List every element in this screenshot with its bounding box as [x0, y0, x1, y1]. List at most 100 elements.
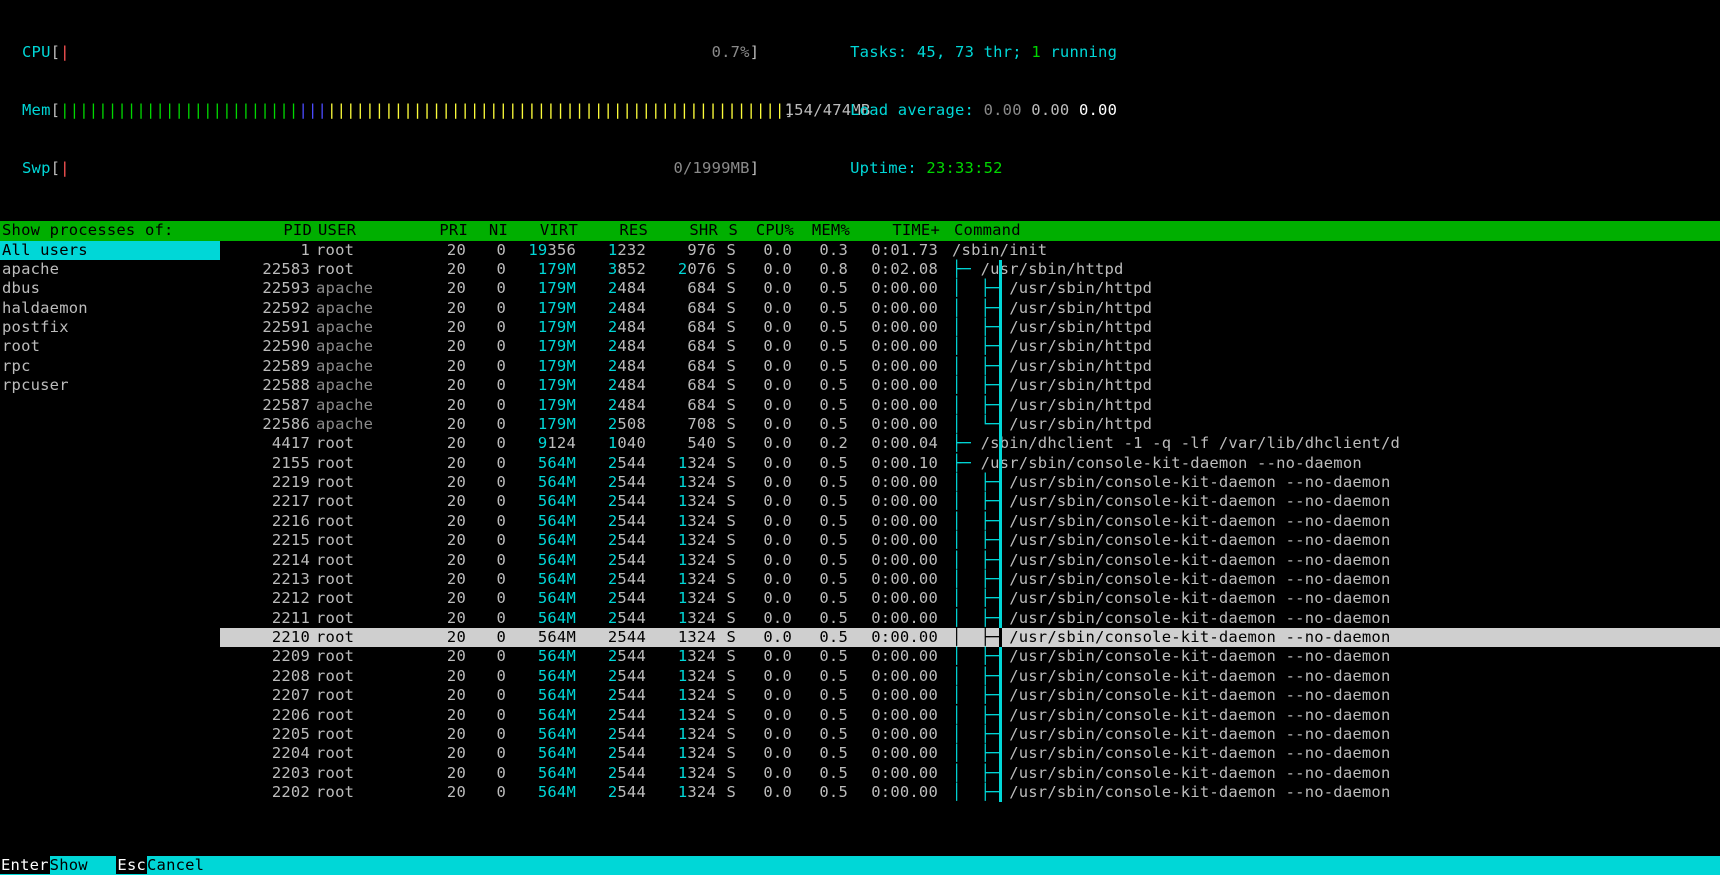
col-shr[interactable]: SHR [648, 221, 718, 240]
mem-label: Mem [22, 101, 51, 119]
table-row[interactable]: 2155root200564M25441324S0.00.50:00.10├─ … [220, 454, 1720, 473]
swp-label: Swp [22, 159, 51, 177]
table-row[interactable]: 2206root200564M25441324S0.00.50:00.00│ ├… [220, 706, 1720, 725]
process-command: │ ├─ /usr/sbin/console-kit-daemon --no-d… [938, 512, 1390, 531]
sidebar-item-rpcuser[interactable]: rpcuser [0, 376, 220, 395]
tree-vertical-bar [999, 434, 1002, 453]
tree-vertical-bar [999, 725, 1002, 744]
footer-bar: EnterShow EscCancel [0, 856, 1720, 875]
sidebar-item-label: dbus [2, 279, 40, 297]
col-cpu[interactable]: CPU% [738, 221, 794, 240]
col-pri[interactable]: PRI [418, 221, 468, 240]
key-esc[interactable]: Esc [116, 856, 147, 874]
table-row[interactable]: 22583root200179M38522076S0.00.80:02.08├─… [220, 260, 1720, 279]
table-row[interactable]: 4417root20091241040540S0.00.20:00.04├─ /… [220, 434, 1720, 453]
table-row[interactable]: 2215root200564M25441324S0.00.50:00.00│ ├… [220, 531, 1720, 550]
table-row[interactable]: 22591apache200179M2484684S0.00.50:00.00│… [220, 318, 1720, 337]
col-s[interactable]: S [718, 221, 738, 240]
col-cmd[interactable]: Command [940, 221, 1021, 240]
col-time[interactable]: TIME+ [850, 221, 940, 240]
process-command: │ ├─ /usr/sbin/console-kit-daemon --no-d… [938, 783, 1390, 802]
table-row[interactable]: 2207root200564M25441324S0.00.50:00.00│ ├… [220, 686, 1720, 705]
tree-vertical-bar [999, 589, 1002, 608]
col-mem[interactable]: MEM% [794, 221, 850, 240]
sidebar-item-all-users[interactable]: All users [0, 241, 220, 260]
process-command: │ ├─ /usr/sbin/console-kit-daemon --no-d… [938, 647, 1390, 666]
col-virt[interactable]: VIRT [508, 221, 578, 240]
table-row[interactable]: 2214root200564M25441324S0.00.50:00.00│ ├… [220, 551, 1720, 570]
process-command: │ ├─ /usr/sbin/console-kit-daemon --no-d… [938, 667, 1390, 686]
tree-vertical-bar [999, 783, 1002, 802]
table-row[interactable]: 2217root200564M25441324S0.00.50:00.00│ ├… [220, 492, 1720, 511]
table-row[interactable]: 2211root200564M25441324S0.00.50:00.00│ ├… [220, 609, 1720, 628]
column-labels: PIDUSERPRINIVIRTRESSHRSCPU%MEM%TIME+Comm… [222, 221, 1720, 240]
table-row[interactable]: 2205root200564M25441324S0.00.50:00.00│ ├… [220, 725, 1720, 744]
tree-vertical-bar [999, 647, 1002, 666]
table-row[interactable]: 2213root200564M25441324S0.00.50:00.00│ ├… [220, 570, 1720, 589]
process-command: │ ├─ /usr/sbin/console-kit-daemon --no-d… [938, 551, 1390, 570]
table-row[interactable]: 2203root200564M25441324S0.00.50:00.00│ ├… [220, 764, 1720, 783]
tree-vertical-bar [999, 376, 1002, 395]
table-row[interactable]: 2208root200564M25441324S0.00.50:00.00│ ├… [220, 667, 1720, 686]
table-row[interactable]: 22588apache200179M2484684S0.00.50:00.00│… [220, 376, 1720, 395]
process-command: │ ├─ /usr/sbin/console-kit-daemon --no-d… [938, 570, 1390, 589]
process-command: │ ├─ /usr/sbin/httpd [938, 337, 1152, 356]
sidebar-item-apache[interactable]: apache [0, 260, 220, 279]
process-command: │ ├─ /usr/sbin/console-kit-daemon --no-d… [938, 609, 1390, 628]
col-user[interactable]: USER [312, 221, 418, 240]
process-command: │ ├─ /usr/sbin/httpd [938, 376, 1152, 395]
process-command: │ ├─ /usr/sbin/httpd [938, 279, 1152, 298]
table-row[interactable]: 2204root200564M25441324S0.00.50:00.00│ ├… [220, 744, 1720, 763]
sidebar-title: Show processes of: [0, 221, 222, 240]
meters-block: CPU[|0.7%] Mem[|||||||||||||||||||||||||… [22, 4, 794, 217]
tree-vertical-bar [999, 686, 1002, 705]
table-row[interactable]: 2202root200564M25441324S0.00.50:00.00│ ├… [220, 783, 1720, 802]
table-row[interactable]: 2212root200564M25441324S0.00.50:00.00│ ├… [220, 589, 1720, 608]
process-command: │ ├─ /usr/sbin/console-kit-daemon --no-d… [938, 473, 1390, 492]
process-command: │ ├─ /usr/sbin/httpd [938, 299, 1152, 318]
table-row[interactable]: 2216root200564M25441324S0.00.50:00.00│ ├… [220, 512, 1720, 531]
uptime-line: Uptime: 23:33:52 [850, 159, 1117, 178]
sidebar-item-rpc[interactable]: rpc [0, 357, 220, 376]
process-command: │ ├─ /usr/sbin/console-kit-daemon --no-d… [938, 744, 1390, 763]
tree-vertical-bar [999, 744, 1002, 763]
swp-value: 0/1999MB [70, 159, 750, 178]
process-command: │ ├─ /usr/sbin/console-kit-daemon --no-d… [938, 725, 1390, 744]
table-row[interactable]: 22593apache200179M2484684S0.00.50:00.00│… [220, 279, 1720, 298]
table-row[interactable]: 22592apache200179M2484684S0.00.50:00.00│… [220, 299, 1720, 318]
tasks-line: Tasks: 45, 73 thr; 1 running [850, 43, 1117, 62]
table-row[interactable]: 2219root200564M25441324S0.00.50:00.00│ ├… [220, 473, 1720, 492]
sidebar-item-root[interactable]: root [0, 337, 220, 356]
swp-bar: | [60, 159, 70, 177]
table-row[interactable]: 2209root200564M25441324S0.00.50:00.00│ ├… [220, 647, 1720, 666]
tree-vertical-bar [999, 512, 1002, 531]
key-enter[interactable]: Enter [0, 856, 50, 874]
process-command: │ ├─ /usr/sbin/console-kit-daemon --no-d… [938, 589, 1390, 608]
tree-vertical-bar [999, 628, 1002, 647]
process-command: │ ├─ /usr/sbin/httpd [938, 318, 1152, 337]
tree-vertical-bar [999, 396, 1002, 415]
sidebar-item-dbus[interactable]: dbus [0, 279, 220, 298]
cpu-value: 0.7% [70, 43, 750, 62]
table-row[interactable]: 22590apache200179M2484684S0.00.50:00.00│… [220, 337, 1720, 356]
col-pid[interactable]: PID [222, 221, 312, 240]
table-row[interactable]: 1root200193561232976S0.00.30:01.73/sbin/… [220, 241, 1720, 260]
tree-vertical-bar [999, 279, 1002, 298]
table-row[interactable]: 22589apache200179M2484684S0.00.50:00.00│… [220, 357, 1720, 376]
table-row[interactable]: 22586apache200179M2508708S0.00.50:00.00│… [220, 415, 1720, 434]
sidebar-item-postfix[interactable]: postfix [0, 318, 220, 337]
tree-vertical-bar [999, 667, 1002, 686]
sidebar-item-label: rpcuser [2, 376, 69, 394]
sidebar-item-label: apache [2, 260, 59, 278]
col-ni[interactable]: NI [468, 221, 508, 240]
col-res[interactable]: RES [578, 221, 648, 240]
table-row[interactable]: 2210root200564M25441324S0.00.50:00.00│ ├… [220, 628, 1720, 647]
sidebar-item-haldaemon[interactable]: haldaemon [0, 299, 220, 318]
process-command: │ ├─ /usr/sbin/console-kit-daemon --no-d… [938, 492, 1390, 511]
process-command: ├─ /usr/sbin/httpd [938, 260, 1124, 279]
tree-vertical-bar [999, 318, 1002, 337]
tree-vertical-bar [999, 531, 1002, 550]
table-row[interactable]: 22587apache200179M2484684S0.00.50:00.00│… [220, 396, 1720, 415]
mem-bar: ||||||||||||||||||||||||||||||||||||||||… [60, 101, 784, 119]
tree-vertical-bar [999, 706, 1002, 725]
